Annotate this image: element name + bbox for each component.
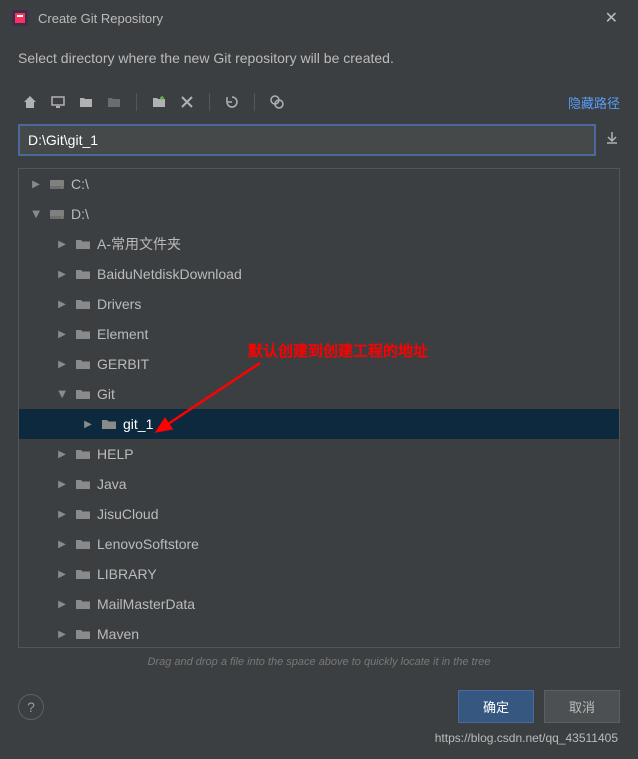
tree-item-label: D:\ — [71, 206, 89, 222]
expand-arrow-icon[interactable]: ▶ — [55, 539, 69, 550]
tree-item-label: BaiduNetdiskDownload — [97, 266, 242, 282]
tree-item-label: LenovoSoftstore — [97, 536, 199, 552]
ok-button[interactable]: 确定 — [458, 690, 534, 723]
expand-arrow-icon[interactable]: ▶ — [55, 239, 69, 250]
tree-item-label: Java — [97, 476, 127, 492]
tree-item-label: MailMasterData — [97, 596, 195, 612]
delete-button[interactable] — [175, 90, 199, 114]
expand-arrow-icon[interactable]: ▶ — [55, 569, 69, 580]
tree-item-label: JisuCloud — [97, 506, 158, 522]
tree-item[interactable]: ▶ JisuCloud — [19, 499, 619, 529]
tree-item[interactable]: ▶ Git — [19, 379, 619, 409]
tree-item-label: Git — [97, 386, 115, 402]
expand-arrow-icon[interactable]: ▶ — [55, 509, 69, 520]
window-title: Create Git Repository — [38, 11, 597, 26]
expand-arrow-icon[interactable]: ▶ — [55, 449, 69, 460]
tree-item[interactable]: ▶ A-常用文件夹 — [19, 229, 619, 259]
tree-item[interactable]: ▶ Java — [19, 469, 619, 499]
tree-item-label: GERBIT — [97, 356, 149, 372]
tree-item-label: A-常用文件夹 — [97, 234, 181, 254]
tree-item[interactable]: ▶ GERBIT — [19, 349, 619, 379]
expand-arrow-icon[interactable]: ▶ — [55, 329, 69, 340]
cancel-button[interactable]: 取消 — [544, 690, 620, 723]
tree-item[interactable]: ▶ BaiduNetdiskDownload — [19, 259, 619, 289]
tree-item[interactable]: ▶ Element — [19, 319, 619, 349]
tree-item[interactable]: ▶ Maven — [19, 619, 619, 648]
expand-arrow-icon[interactable]: ▶ — [55, 269, 69, 280]
tree-item-label: LIBRARY — [97, 566, 157, 582]
expand-arrow-icon[interactable]: ▶ — [81, 419, 95, 430]
download-icon[interactable] — [604, 130, 620, 151]
tree-item[interactable]: ▶ LenovoSoftstore — [19, 529, 619, 559]
expand-arrow-icon[interactable]: ▶ — [55, 479, 69, 490]
expand-arrow-icon[interactable]: ▶ — [31, 207, 42, 221]
hide-path-link[interactable]: 隐藏路径 — [568, 93, 620, 112]
expand-arrow-icon[interactable]: ▶ — [29, 179, 43, 190]
tree-item-label: git_1 — [123, 416, 153, 432]
directory-tree[interactable]: ▶ C:\ ▶ D:\ ▶ A-常用文件夹 ▶ BaiduNetdiskDownload ▶ Dr… — [18, 168, 620, 648]
tree-item[interactable]: ▶ git_1 — [19, 409, 619, 439]
expand-arrow-icon[interactable]: ▶ — [55, 299, 69, 310]
help-button[interactable]: ? — [18, 694, 44, 720]
watermark: https://blog.csdn.net/qq_43511405 — [435, 731, 618, 745]
tree-item-label: C:\ — [71, 176, 89, 192]
tree-item[interactable]: ▶ MailMasterData — [19, 589, 619, 619]
expand-arrow-icon[interactable]: ▶ — [57, 387, 68, 401]
expand-arrow-icon[interactable]: ▶ — [55, 629, 69, 640]
refresh-button[interactable] — [220, 90, 244, 114]
tree-item[interactable]: ▶ C:\ — [19, 169, 619, 199]
tree-item[interactable]: ▶ Drivers — [19, 289, 619, 319]
home-button[interactable] — [18, 90, 42, 114]
expand-arrow-icon[interactable]: ▶ — [55, 359, 69, 370]
tree-item-label: HELP — [97, 446, 134, 462]
tree-item[interactable]: ▶ D:\ — [19, 199, 619, 229]
tree-item-label: Drivers — [97, 296, 141, 312]
close-button[interactable]: ✕ — [597, 4, 626, 32]
show-hidden-button[interactable] — [265, 90, 289, 114]
tree-item[interactable]: ▶ LIBRARY — [19, 559, 619, 589]
expand-arrow-icon[interactable]: ▶ — [55, 599, 69, 610]
app-icon — [12, 10, 28, 26]
subtitle: Select directory where the new Git repos… — [0, 36, 638, 84]
toolbar: 隐藏路径 — [0, 84, 638, 120]
new-folder-button[interactable] — [147, 90, 171, 114]
drag-hint: Drag and drop a file into the space abov… — [0, 648, 638, 676]
tree-item[interactable]: ▶ HELP — [19, 439, 619, 469]
module-button — [102, 90, 126, 114]
tree-item-label: Element — [97, 326, 148, 342]
path-input[interactable] — [18, 124, 596, 156]
project-button[interactable] — [74, 90, 98, 114]
desktop-button[interactable] — [46, 90, 70, 114]
tree-item-label: Maven — [97, 626, 139, 642]
